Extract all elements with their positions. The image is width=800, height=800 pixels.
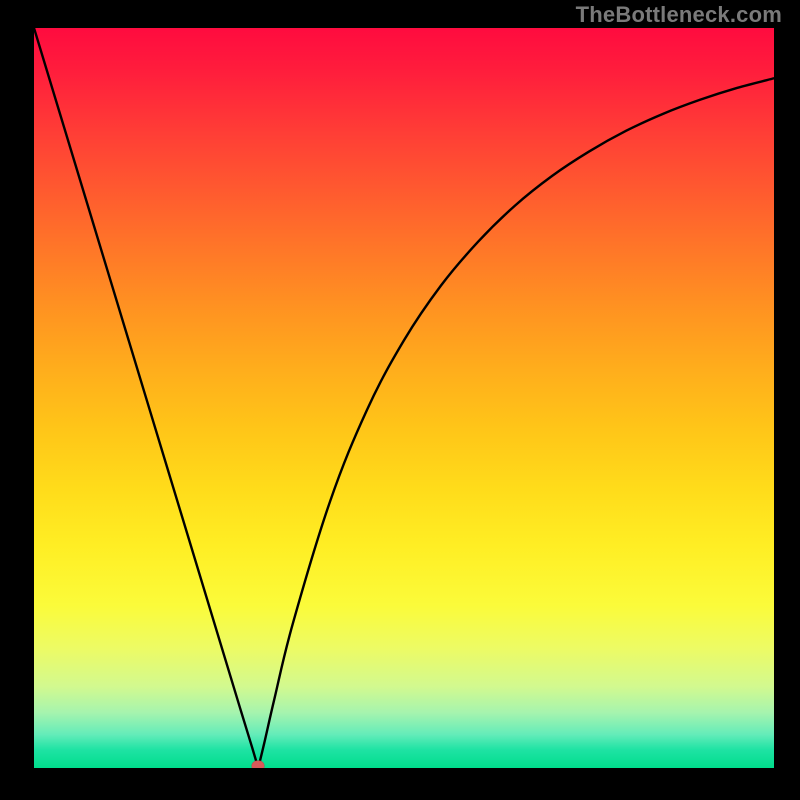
watermark-text: TheBottleneck.com	[576, 2, 782, 28]
chart-frame: TheBottleneck.com	[0, 0, 800, 800]
plot-area	[34, 28, 774, 768]
minimum-marker	[252, 761, 265, 769]
bottleneck-curve	[34, 28, 774, 768]
